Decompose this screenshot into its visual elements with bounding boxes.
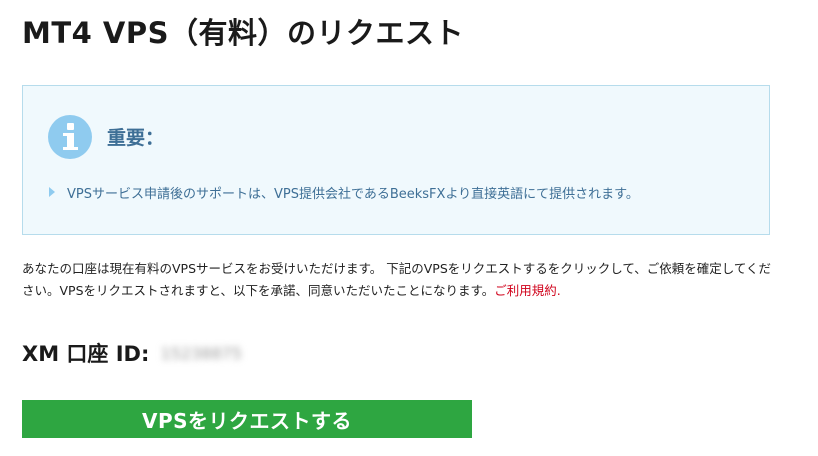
vps-request-page: MT4 VPS（有料）のリクエスト 重要： VPSサービス申請後のサポートは、V…: [0, 0, 818, 456]
account-id-value: 15238875: [160, 343, 242, 363]
important-notice-box: 重要： VPSサービス申請後のサポートは、VPS提供会社であるBeeksFXより…: [22, 85, 770, 235]
terms-link[interactable]: ご利用規約.: [494, 283, 560, 298]
account-id-label: XM 口座 ID:: [22, 342, 150, 366]
vps-description: あなたの口座は現在有料のVPSサービスをお受けいただけます。 下記のVPSをリク…: [22, 258, 782, 302]
notice-list-item: VPSサービス申請後のサポートは、VPS提供会社であるBeeksFXより直接英語…: [49, 182, 639, 202]
page-title: MT4 VPS（有料）のリクエスト: [22, 16, 464, 50]
bullet-arrow-icon: [49, 186, 55, 197]
account-id-row: XM 口座 ID: 15238875: [22, 338, 242, 368]
notice-heading: 重要：: [107, 127, 165, 149]
notice-item-text: VPSサービス申請後のサポートは、VPS提供会社であるBeeksFXより直接英語…: [67, 187, 639, 202]
request-vps-button[interactable]: VPSをリクエストする: [22, 400, 472, 438]
info-icon: [48, 115, 92, 159]
description-text: あなたの口座は現在有料のVPSサービスをお受けいただけます。 下記のVPSをリク…: [22, 261, 772, 298]
